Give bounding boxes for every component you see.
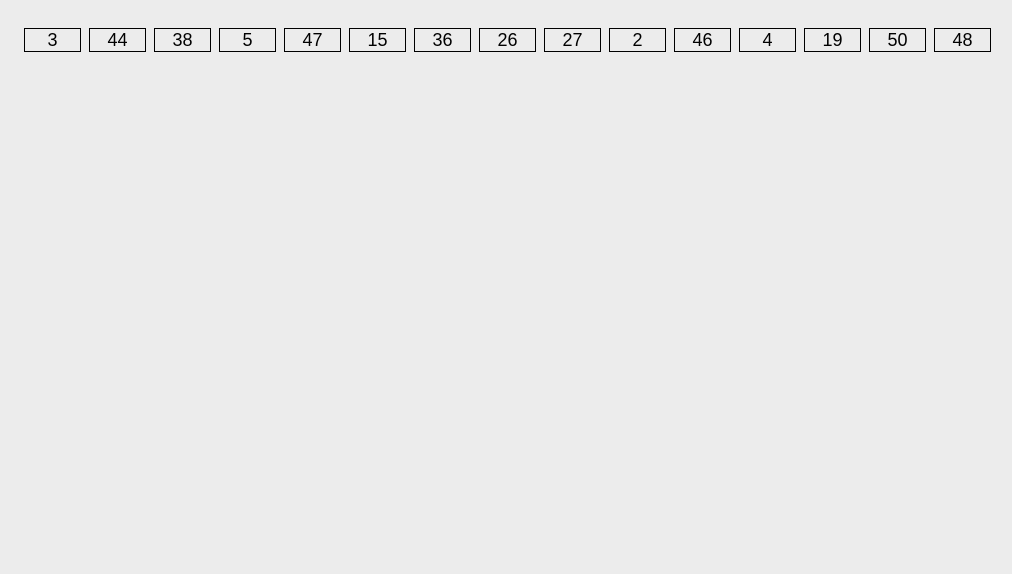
number-cell[interactable]: 27	[544, 28, 601, 52]
number-value: 36	[432, 31, 452, 49]
number-cell[interactable]: 44	[89, 28, 146, 52]
number-value: 4	[762, 31, 772, 49]
number-value: 27	[562, 31, 582, 49]
number-value: 19	[822, 31, 842, 49]
number-cell[interactable]: 4	[739, 28, 796, 52]
number-cell[interactable]: 2	[609, 28, 666, 52]
number-value: 38	[172, 31, 192, 49]
number-cell[interactable]: 48	[934, 28, 991, 52]
number-cell[interactable]: 47	[284, 28, 341, 52]
number-value: 46	[692, 31, 712, 49]
number-cell[interactable]: 26	[479, 28, 536, 52]
number-value: 48	[952, 31, 972, 49]
number-value: 47	[302, 31, 322, 49]
number-cell[interactable]: 15	[349, 28, 406, 52]
number-value: 3	[47, 31, 57, 49]
number-value: 2	[632, 31, 642, 49]
number-value: 44	[107, 31, 127, 49]
number-cell[interactable]: 19	[804, 28, 861, 52]
number-cell[interactable]: 5	[219, 28, 276, 52]
number-cell[interactable]: 36	[414, 28, 471, 52]
number-cell[interactable]: 3	[24, 28, 81, 52]
number-cell[interactable]: 46	[674, 28, 731, 52]
number-value: 15	[367, 31, 387, 49]
number-value: 26	[497, 31, 517, 49]
number-value: 5	[242, 31, 252, 49]
number-row: 3 44 38 5 47 15 36 26 27 2 46 4 19 50 48	[0, 0, 1012, 52]
number-cell[interactable]: 50	[869, 28, 926, 52]
number-value: 50	[887, 31, 907, 49]
number-cell[interactable]: 38	[154, 28, 211, 52]
